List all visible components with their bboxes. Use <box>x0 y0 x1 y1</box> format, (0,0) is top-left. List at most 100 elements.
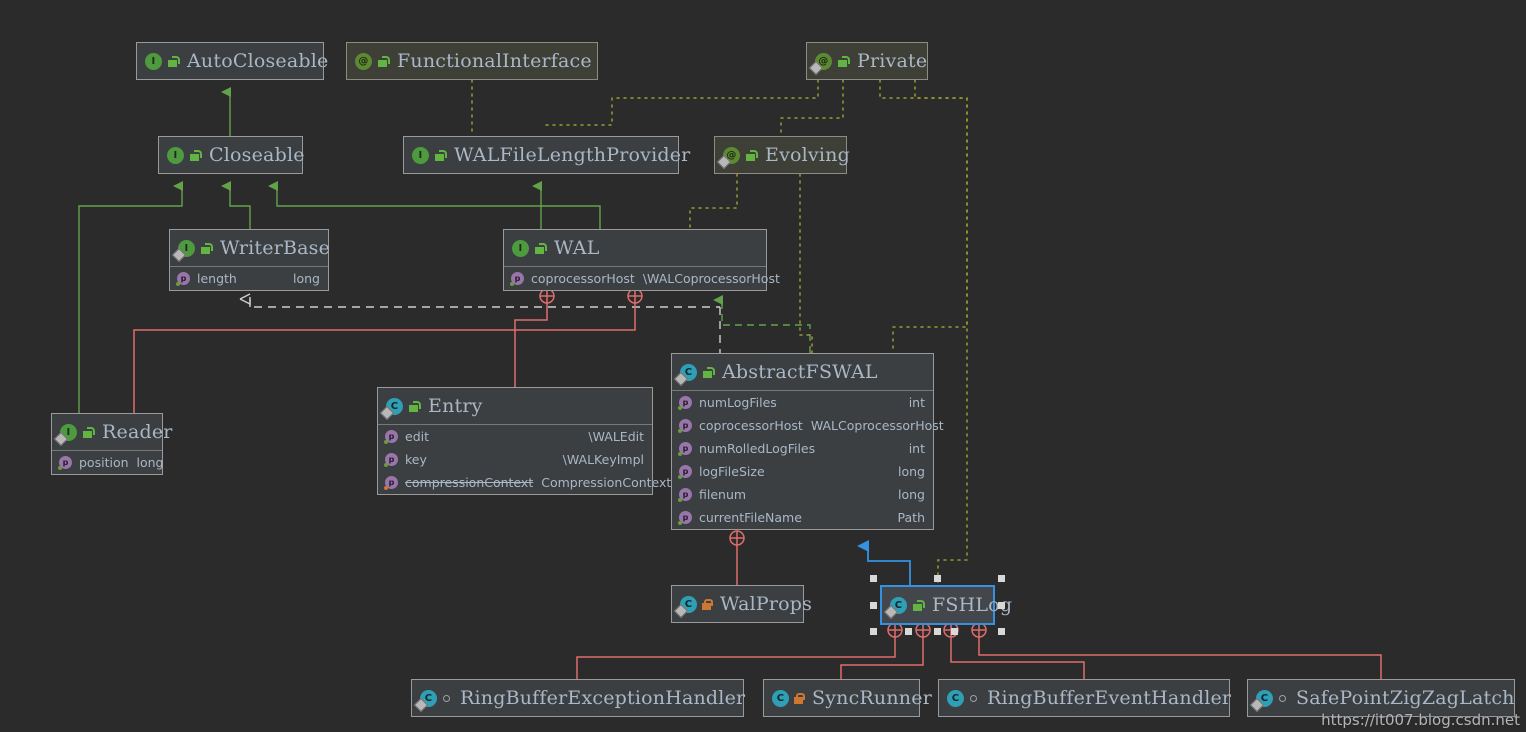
member-name: numLogFiles <box>699 395 777 410</box>
class-node-header: C FSHLog <box>882 587 1012 623</box>
annotation-icon: @ <box>808 52 832 75</box>
class-node-header: C AbstractFSWAL <box>672 354 933 391</box>
property-icon: p <box>678 396 692 410</box>
class-node-functionalinterface[interactable]: @ FunctionalInterface <box>346 42 598 80</box>
class-node-header: C WalProps <box>672 586 812 622</box>
property-icon: p <box>678 442 692 456</box>
class-node-autocloseable[interactable]: I AutoCloseable <box>136 42 328 80</box>
selection-handle[interactable] <box>934 575 941 582</box>
property-icon: p <box>384 430 398 444</box>
selection-handle[interactable] <box>870 628 877 635</box>
class-icon: C <box>379 397 403 420</box>
member-row[interactable]: p coprocessorHost \WALCoprocessorHost <box>504 267 780 290</box>
class-node-closeable[interactable]: I Closeable <box>158 136 304 174</box>
interface-icon: I <box>512 239 529 257</box>
member-name: length <box>197 271 237 286</box>
class-node-walprops[interactable]: C WalProps <box>671 585 812 623</box>
member-marker-icon <box>384 486 388 490</box>
class-node-abstractfswal[interactable]: C AbstractFSWAL p numLogFiles int p coprocesso… <box>671 353 944 530</box>
unlock-icon <box>200 242 213 254</box>
unlock-icon <box>912 599 925 611</box>
class-node-syncrunner[interactable]: C SyncRunner <box>763 679 932 717</box>
member-type: CompressionContext <box>541 475 672 490</box>
class-node-header: I WALFileLengthProvider <box>404 137 690 173</box>
class-node-wal[interactable]: I WAL p coprocessorHost \WALCoprocessorHost <box>503 229 780 291</box>
member-name: coprocessorHost <box>699 418 803 433</box>
class-node-header: I Reader <box>52 414 172 451</box>
member-row[interactable]: p compressionContext CompressionContext <box>378 471 671 494</box>
selection-handle[interactable] <box>998 628 1005 635</box>
class-node-title: Reader <box>102 421 173 443</box>
lock-icon <box>702 598 713 610</box>
selection-handle[interactable] <box>998 601 1005 609</box>
class-node-title: FunctionalInterface <box>397 50 592 72</box>
member-row[interactable]: p position long <box>52 451 164 474</box>
unlock-icon <box>377 55 390 67</box>
selection-handle[interactable] <box>998 575 1005 582</box>
interface-icon: I <box>412 146 429 164</box>
class-node-header: C Entry <box>378 388 652 425</box>
member-marker-icon <box>176 282 180 286</box>
class-node-header: @ Private <box>807 43 927 79</box>
class-node-evolving[interactable]: @ Evolving <box>714 136 850 174</box>
class-node-reader[interactable]: I Reader p position long <box>51 413 172 475</box>
annotation-icon: @ <box>355 52 372 70</box>
selection-handle[interactable] <box>870 575 877 582</box>
selection-handle[interactable] <box>905 628 913 635</box>
class-node-header: @ Evolving <box>715 137 850 173</box>
unlock-icon <box>745 149 758 161</box>
member-marker-icon <box>58 466 62 470</box>
class-node-header: I WAL <box>504 230 766 267</box>
selection-handle[interactable] <box>870 601 877 609</box>
member-row[interactable]: p logFileSize long <box>672 460 933 483</box>
member-marker-icon <box>678 475 682 479</box>
unlock-icon <box>837 55 850 67</box>
selection-handle[interactable] <box>934 628 941 635</box>
selection-handle[interactable] <box>951 628 959 635</box>
member-row[interactable]: p currentFileName Path <box>672 506 933 529</box>
member-type: Path <box>897 510 925 525</box>
class-node-header: C SyncRunner <box>764 680 932 716</box>
class-node-entry[interactable]: C Entry p edit \WALEdit p key \WALKeyImpl p compr… <box>377 387 671 495</box>
member-row[interactable]: p edit \WALEdit <box>378 425 652 448</box>
member-row[interactable]: p filenum long <box>672 483 933 506</box>
interface-icon: I <box>167 146 184 164</box>
class-node-title: SafePointZigZagLatch <box>1296 687 1515 709</box>
member-marker-icon <box>510 282 514 286</box>
class-node-members: p position long <box>52 451 164 474</box>
class-node-walfilelengthprovider[interactable]: I WALFileLengthProvider <box>403 136 690 174</box>
class-node-writerbase[interactable]: I WriterBase p length long <box>169 229 330 291</box>
member-row[interactable]: p numRolledLogFiles int <box>672 437 933 460</box>
class-node-fshlog[interactable]: C FSHLog <box>880 585 1012 625</box>
class-node-header: @ FunctionalInterface <box>347 43 597 79</box>
class-node-title: Evolving <box>765 144 850 166</box>
edge-writerbase-closeable <box>221 181 251 229</box>
member-name: key <box>405 452 427 467</box>
member-type: \WALCoprocessorHost <box>642 271 780 286</box>
member-name: edit <box>405 429 429 444</box>
class-node-private[interactable]: @ Private <box>806 42 928 80</box>
uml-diagram-canvas[interactable]: I AutoCloseable @ FunctionalInterface @ Priva… <box>0 0 1526 732</box>
property-icon: p <box>678 488 692 502</box>
class-node-ringbufferexceptionhandler[interactable]: C RingBufferExceptionHandler <box>411 679 745 717</box>
member-name: numRolledLogFiles <box>699 441 816 456</box>
class-node-title: WAL <box>554 237 600 259</box>
member-row[interactable]: p length long <box>170 267 328 290</box>
member-row[interactable]: p numLogFiles int <box>672 391 933 414</box>
class-node-title: Private <box>857 50 928 72</box>
class-node-members: p coprocessorHost \WALCoprocessorHost <box>504 267 780 290</box>
unlock-icon <box>408 400 421 412</box>
class-node-header: I Closeable <box>159 137 304 173</box>
class-node-ringbuffereventhandler[interactable]: C RingBufferEventHandler <box>938 679 1231 717</box>
class-icon: C <box>1249 689 1273 712</box>
member-name: position <box>79 455 129 470</box>
unlock-icon <box>702 366 715 378</box>
property-icon: p <box>678 419 692 433</box>
class-node-title: AutoCloseable <box>187 50 329 72</box>
unlock-icon <box>534 242 547 254</box>
member-row[interactable]: p key \WALKeyImpl <box>378 448 652 471</box>
member-marker-icon <box>384 463 388 467</box>
interface-icon: I <box>171 239 195 262</box>
class-node-title: SyncRunner <box>812 687 932 709</box>
member-row[interactable]: p coprocessorHost WALCoprocessorHost <box>672 414 944 437</box>
